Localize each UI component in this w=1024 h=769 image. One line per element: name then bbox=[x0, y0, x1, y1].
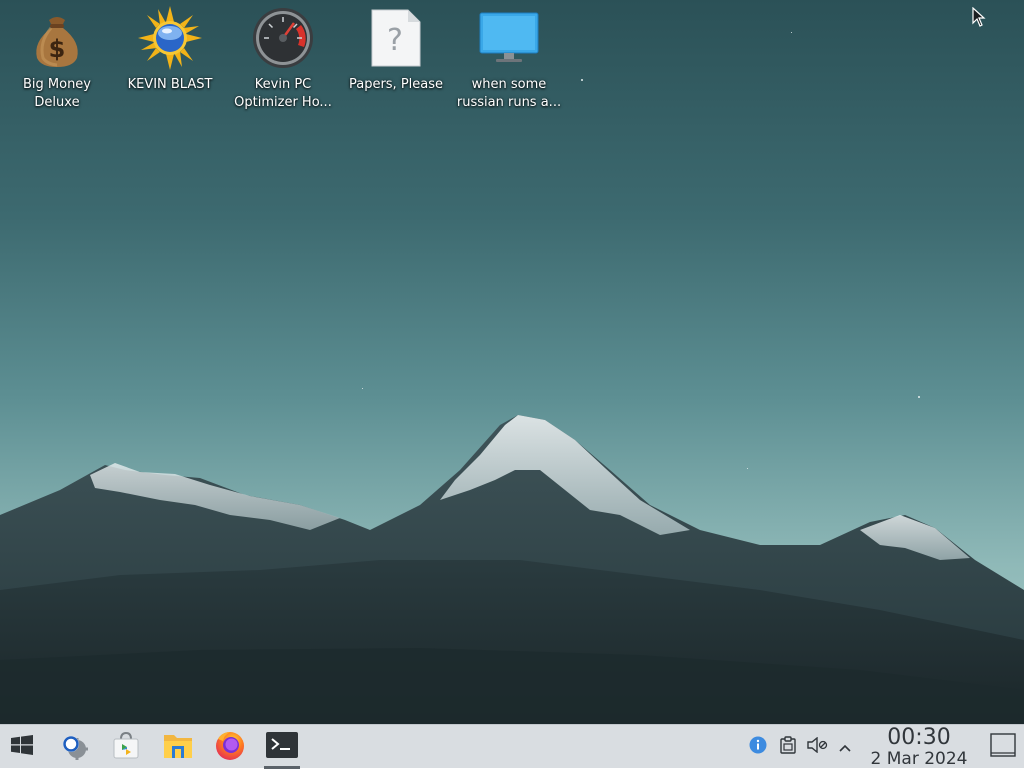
expand-tray-button[interactable] bbox=[835, 725, 855, 769]
folder-icon bbox=[163, 731, 193, 763]
desktop-icon-label: Big Money Deluxe bbox=[22, 77, 91, 110]
chevron-up-icon bbox=[838, 738, 852, 757]
clipboard-icon bbox=[780, 736, 796, 758]
clock[interactable]: 00:30 2 Mar 2024 bbox=[858, 725, 980, 769]
desktop-icon-big-money-deluxe[interactable]: $ Big Money Deluxe bbox=[1, 6, 113, 112]
show-desktop-icon bbox=[990, 733, 1016, 761]
desktop-icon-kevin-pc-optimizer[interactable]: Kevin PC Optimizer Ho... bbox=[227, 6, 339, 112]
clock-date: 2 Mar 2024 bbox=[870, 749, 968, 769]
svg-text:$: $ bbox=[49, 35, 66, 63]
desktop-icon-kevin-blast[interactable]: KEVIN BLAST bbox=[114, 6, 226, 94]
clipboard-tray-button[interactable] bbox=[776, 725, 800, 769]
volume-muted-icon bbox=[807, 736, 829, 757]
terminal-icon bbox=[266, 732, 298, 762]
volume-tray-button[interactable] bbox=[805, 725, 831, 769]
firefox-icon bbox=[214, 729, 246, 765]
start-menu-button[interactable] bbox=[0, 725, 44, 769]
updates-tray-button[interactable] bbox=[746, 725, 770, 769]
store-bag-icon bbox=[111, 730, 141, 764]
clock-time: 00:30 bbox=[887, 725, 951, 750]
show-desktop-button[interactable] bbox=[986, 725, 1020, 769]
taskbar: 00:30 2 Mar 2024 bbox=[0, 724, 1024, 769]
search-button[interactable] bbox=[52, 725, 96, 769]
file-explorer-button[interactable] bbox=[156, 725, 200, 769]
sun-globe-icon bbox=[138, 6, 202, 70]
store-button[interactable] bbox=[104, 725, 148, 769]
desktop-icon-label: KEVIN BLAST bbox=[127, 77, 213, 92]
desktop-icon-label: Papers, Please bbox=[348, 77, 444, 92]
desktop[interactable]: $ Big Money Deluxe KEVIN BLAST Kevin PC … bbox=[0, 0, 1024, 724]
monitor-icon bbox=[477, 6, 541, 70]
desktop-icon-russian-script[interactable]: when some russian runs a... bbox=[453, 6, 565, 112]
svg-text:?: ? bbox=[387, 23, 403, 58]
desktop-icon-papers-please[interactable]: ? Papers, Please bbox=[340, 6, 452, 94]
windows-logo-icon bbox=[11, 735, 33, 759]
speedometer-icon bbox=[251, 6, 315, 70]
money-bag-icon: $ bbox=[25, 6, 89, 70]
desktop-icon-label: Kevin PC Optimizer Ho... bbox=[234, 77, 332, 110]
search-gear-icon bbox=[59, 730, 89, 764]
unknown-file-icon: ? bbox=[364, 6, 428, 70]
desktop-icon-label: when some russian runs a... bbox=[456, 77, 562, 110]
terminal-button[interactable] bbox=[260, 725, 304, 769]
info-icon bbox=[749, 736, 767, 758]
mouse-cursor-icon bbox=[972, 6, 986, 31]
firefox-button[interactable] bbox=[208, 725, 252, 769]
